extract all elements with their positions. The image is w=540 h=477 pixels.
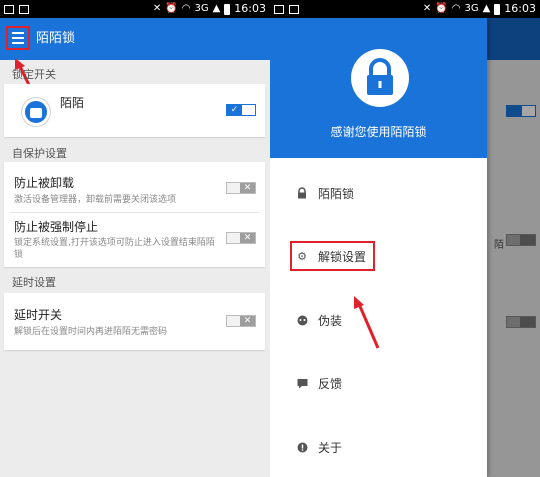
delay-switch-desc: 解锁后在设置时间内再进陌陌无需密码 (14, 327, 168, 337)
drawer-item-app-lock[interactable]: 陌陌锁 (296, 183, 354, 203)
section-header-lock-switch: 锁定开关 (12, 68, 56, 81)
drawer-item-label: 陌陌锁 (318, 186, 355, 201)
battery-icon (494, 3, 501, 15)
image-icon (289, 4, 299, 14)
section-header-delay: 延时设置 (12, 276, 56, 289)
prevent-uninstall-toggle[interactable]: ✕ (226, 182, 256, 194)
mask-icon (296, 314, 308, 326)
highlight-box (290, 241, 375, 271)
status-bar: ✕ ⏰ ◠ 3G ▲ 16:03 (270, 0, 540, 18)
chat-bubble-icon (296, 377, 308, 389)
alarm-icon: ⏰ (165, 3, 178, 14)
section-header-self-protect: 自保护设置 (12, 147, 67, 160)
menu-line-icon (12, 37, 24, 39)
clock: 16:03 (234, 2, 266, 15)
network-type: 3G (464, 3, 479, 14)
notification-icon (274, 4, 284, 14)
signal-icon: ▲ (482, 3, 491, 14)
divider (10, 212, 259, 213)
drawer-header: 感谢您使用陌陌锁 (270, 18, 487, 158)
prevent-force-stop-toggle[interactable]: ✕ (226, 232, 256, 244)
prevent-uninstall-desc: 激活设备管理器，卸载前需要关闭该选项 (14, 195, 177, 205)
drawer-item-label: 反馈 (318, 376, 343, 391)
close-icon: ✕ (240, 233, 255, 243)
drawer-item-about[interactable]: 关于 (296, 437, 342, 457)
image-icon (19, 4, 29, 14)
mute-icon: ✕ (152, 3, 162, 14)
alarm-icon: ⏰ (435, 3, 448, 14)
drawer-item-feedback[interactable]: 反馈 (296, 373, 342, 393)
annotation-arrow-icon (354, 296, 380, 349)
signal-icon: ▲ (212, 3, 221, 14)
delay-card: 延时开关 解锁后在设置时间内再进陌陌无需密码 ✕ (4, 293, 265, 350)
main-settings-screen: ✕ ⏰ ◠ 3G ▲ 16:03 陌陌锁 锁定开关 陌陌 ✓ 自保护设置 防止被… (0, 0, 270, 477)
prevent-force-stop-desc: 锁定系统设置,打开该选项可防止进入设置结束陌陌锁 (14, 238, 215, 260)
delay-switch-title: 延时开关 (14, 308, 63, 322)
hamburger-menu-button[interactable] (6, 26, 30, 50)
prevent-uninstall-title: 防止被卸载 (14, 176, 75, 190)
app-title: 陌陌锁 (36, 31, 76, 46)
self-protect-card: 防止被卸载 激活设备管理器，卸载前需要关闭该选项 ✕ 防止被强制停止 锁定系统设… (4, 162, 265, 267)
check-icon: ✓ (227, 105, 242, 115)
status-bar: ✕ ⏰ ◠ 3G ▲ 16:03 (0, 0, 270, 18)
app-name: 陌陌 (60, 96, 85, 110)
delay-switch-toggle[interactable]: ✕ (226, 315, 256, 327)
app-lock-card: 陌陌 ✓ (4, 84, 265, 137)
drawer-item-label: 关于 (318, 440, 343, 455)
mute-icon: ✕ (422, 3, 432, 14)
notification-icon (4, 4, 14, 14)
network-type: 3G (194, 3, 209, 14)
prevent-force-stop-title: 防止被强制停止 (14, 220, 99, 234)
app-lock-toggle[interactable]: ✓ (226, 104, 256, 116)
close-icon: ✕ (240, 183, 255, 193)
wifi-icon: ◠ (451, 3, 461, 14)
drawer-item-label: 伪装 (318, 313, 343, 328)
navigation-drawer: 感谢您使用陌陌锁 陌陌锁 ⚙ 解锁设置 伪装 反馈 关于 (270, 18, 487, 477)
clock: 16:03 (504, 2, 536, 15)
app-bar: 陌陌锁 (0, 18, 270, 60)
lock-icon (296, 187, 308, 199)
wifi-icon: ◠ (181, 3, 191, 14)
drawer-item-disguise[interactable]: 伪装 (296, 310, 342, 330)
app-logo-lock-icon (351, 49, 409, 107)
battery-icon (224, 3, 231, 15)
drawer-welcome-text: 感谢您使用陌陌锁 (330, 125, 427, 139)
momo-app-icon (22, 98, 50, 126)
menu-line-icon (12, 42, 24, 44)
drawer-open-screen: ✕ ⏰ ◠ 3G ▲ 16:03 陌 感谢您使用陌陌锁 陌陌锁 ⚙ 解锁设置 伪… (270, 0, 540, 477)
info-icon (296, 441, 308, 453)
close-icon: ✕ (240, 316, 255, 326)
menu-line-icon (12, 32, 24, 34)
